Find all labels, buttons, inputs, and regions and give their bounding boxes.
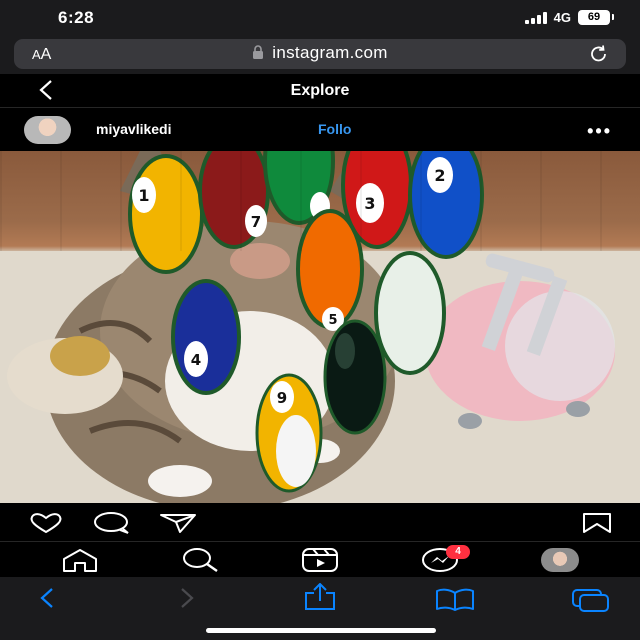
- battery-level: 69: [587, 11, 601, 23]
- billiard-ball: [323, 319, 387, 435]
- bookmarks-icon[interactable]: [434, 587, 476, 611]
- instagram-bottom-nav: 4: [0, 541, 640, 577]
- reload-icon[interactable]: [588, 44, 610, 64]
- profile-avatar[interactable]: [541, 548, 579, 572]
- status-indicators: 4G 69: [524, 10, 614, 25]
- heart-icon[interactable]: [26, 512, 66, 534]
- ball-number: 4: [191, 351, 201, 369]
- messages-badge: 4: [446, 545, 470, 559]
- share-sheet-icon[interactable]: [302, 583, 338, 611]
- billiard-ball: 9: [255, 373, 323, 493]
- post-author-avatar[interactable]: [24, 116, 71, 144]
- network-type: 4G: [553, 10, 571, 25]
- billiard-ball: 4: [171, 279, 241, 395]
- share-icon[interactable]: [158, 512, 198, 534]
- signal-icon: [524, 11, 547, 24]
- billiard-ball: [374, 251, 446, 375]
- post-action-bar: [0, 503, 640, 541]
- home-indicator[interactable]: [206, 628, 436, 633]
- browser-back-icon[interactable]: [34, 587, 60, 609]
- reels-icon[interactable]: [300, 547, 340, 573]
- address-bar[interactable]: AA instagram.com: [14, 39, 626, 69]
- wood-floor: [0, 151, 640, 251]
- browser-forward-icon[interactable]: [174, 587, 200, 609]
- tabs-icon[interactable]: [570, 587, 612, 613]
- home-icon[interactable]: [60, 547, 100, 573]
- url-text: instagram.com: [272, 43, 388, 62]
- bookmark-icon[interactable]: [582, 512, 612, 534]
- ball-number: 9: [277, 389, 287, 407]
- url-display[interactable]: instagram.com: [14, 43, 626, 63]
- lock-icon: [253, 44, 264, 59]
- status-bar: 6:28 4G 69: [0, 0, 640, 36]
- post-username[interactable]: miyavlikedi: [96, 121, 172, 137]
- ball-number: 5: [328, 313, 337, 328]
- browser-address-area: AA instagram.com: [0, 36, 640, 74]
- post-image[interactable]: 1 7 3 2 5 4: [0, 151, 640, 503]
- follow-button[interactable]: Follo: [318, 121, 351, 137]
- status-time: 6:28: [58, 8, 95, 27]
- instagram-header: Explore: [0, 74, 640, 108]
- more-options-icon[interactable]: •••: [587, 121, 612, 142]
- search-icon[interactable]: [180, 547, 220, 573]
- page-title: Explore: [290, 82, 350, 99]
- comment-icon[interactable]: [92, 512, 132, 534]
- battery-icon: 69: [578, 10, 614, 25]
- post-header: miyavlikedi Follo •••: [0, 109, 640, 151]
